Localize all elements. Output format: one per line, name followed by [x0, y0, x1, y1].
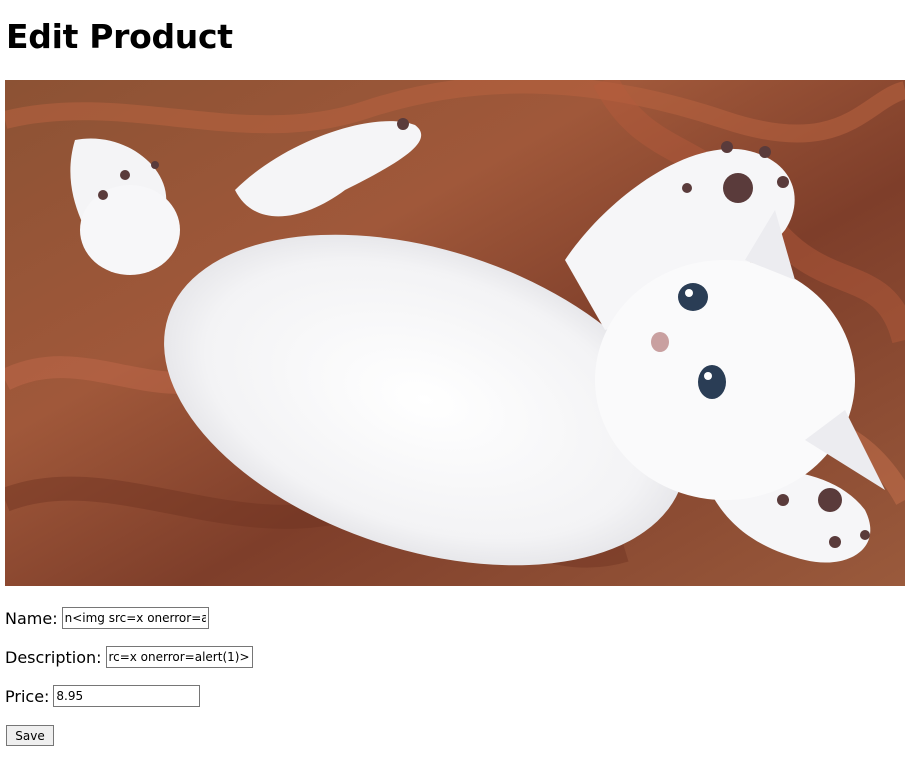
description-row: Description: — [5, 646, 253, 668]
save-button[interactable]: Save — [6, 725, 54, 746]
price-input[interactable] — [53, 685, 201, 707]
product-image — [5, 80, 905, 586]
description-label: Description: — [5, 647, 102, 667]
name-label: Name: — [5, 608, 58, 628]
price-label: Price: — [5, 686, 50, 706]
name-input[interactable] — [61, 607, 209, 629]
price-row: Price: — [5, 685, 201, 707]
page-title: Edit Product — [6, 17, 233, 56]
name-row: Name: — [5, 607, 209, 629]
description-input[interactable] — [105, 646, 253, 668]
